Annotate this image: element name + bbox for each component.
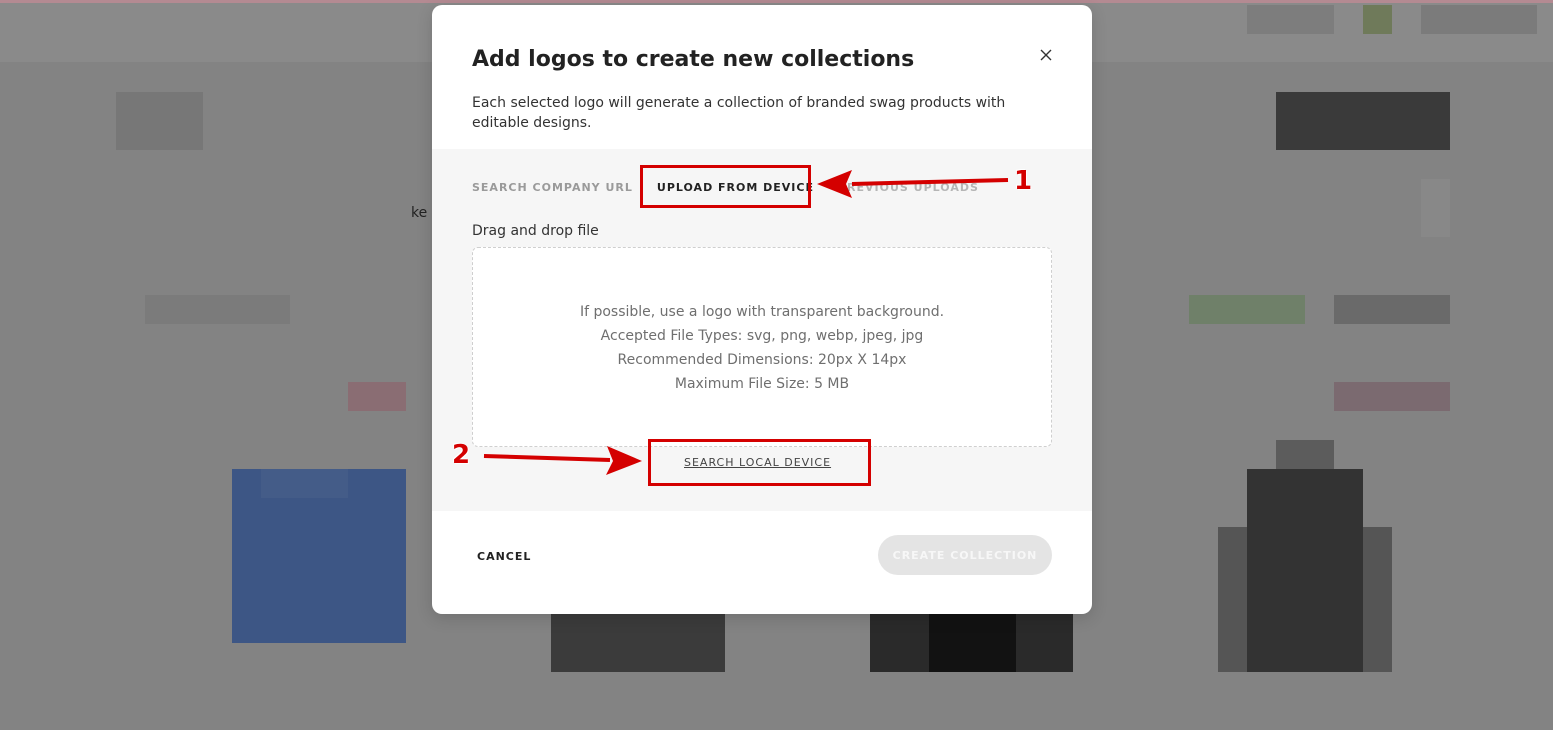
- annotation-number-2: 2: [452, 440, 471, 470]
- annotation-arrows: [483, 170, 1009, 475]
- annotation-arrow-1: [817, 170, 1009, 198]
- annotation-number-1: 1: [1014, 166, 1033, 196]
- annotation-arrow-2: [483, 446, 642, 475]
